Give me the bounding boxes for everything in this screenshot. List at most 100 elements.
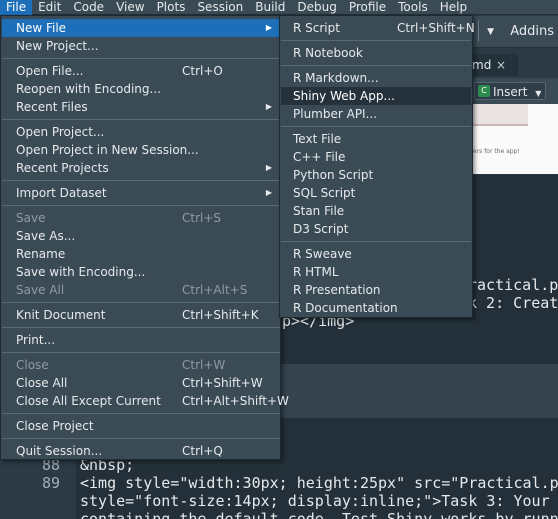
menu-separator bbox=[2, 302, 280, 303]
submenu-item-shiny-web-app[interactable]: Shiny Web App... bbox=[281, 87, 471, 105]
visual-preview: ers for the app! bbox=[470, 104, 558, 174]
menu-separator bbox=[2, 352, 280, 353]
menu-separator bbox=[2, 58, 280, 59]
menu-item-close-all[interactable]: Close All Ctrl+Shift+W bbox=[2, 374, 280, 392]
menu-item-close: Close Ctrl+W bbox=[2, 356, 280, 374]
menu-item-close-project[interactable]: Close Project bbox=[2, 417, 280, 435]
code-chunk-icon: C bbox=[478, 85, 490, 97]
toolbar-divider bbox=[478, 20, 479, 42]
menu-item-recent-files[interactable]: Recent Files ▶ bbox=[2, 98, 280, 116]
insert-chunk-button[interactable]: C Insert ▼ bbox=[474, 82, 547, 100]
menu-item-label: C++ File bbox=[293, 150, 346, 164]
menu-item-new-project[interactable]: New Project... bbox=[2, 37, 280, 55]
menu-item-shortcut: Ctrl+S bbox=[182, 211, 222, 225]
menu-item-label: Quit Session... bbox=[16, 444, 103, 458]
menu-item-recent-projects[interactable]: Recent Projects ▶ bbox=[2, 159, 280, 177]
menu-item-print[interactable]: Print... bbox=[2, 331, 280, 349]
menu-view[interactable]: View bbox=[110, 0, 150, 15]
menu-plots[interactable]: Plots bbox=[151, 0, 192, 15]
code-line[interactable]: style="font-size:14px; display:inline;">… bbox=[80, 492, 550, 510]
menu-item-open-project[interactable]: Open Project... bbox=[2, 123, 280, 141]
code-line[interactable]: k 2: Creat bbox=[468, 294, 558, 312]
menu-item-quit-session[interactable]: Quit Session... Ctrl+Q bbox=[2, 442, 280, 460]
menu-profile[interactable]: Profile bbox=[343, 0, 392, 15]
menu-item-new-file[interactable]: New File ▶ bbox=[2, 19, 280, 37]
menu-item-label: Rename bbox=[16, 247, 66, 261]
submenu-item-r-markdown[interactable]: R Markdown... bbox=[281, 69, 471, 87]
submenu-item-r-html[interactable]: R HTML bbox=[281, 263, 471, 281]
menu-item-import-dataset[interactable]: Import Dataset ▶ bbox=[2, 184, 280, 202]
chevron-down-icon[interactable]: ▼ bbox=[487, 18, 494, 46]
menu-edit[interactable]: Edit bbox=[32, 0, 67, 15]
menu-separator bbox=[281, 126, 471, 127]
submenu-item-r-sweave[interactable]: R Sweave bbox=[281, 245, 471, 263]
menu-code[interactable]: Code bbox=[67, 0, 110, 15]
submenu-item-r-script[interactable]: R Script Ctrl+Shift+N bbox=[281, 19, 475, 37]
menu-separator bbox=[2, 119, 280, 120]
menu-item-knit-document[interactable]: Knit Document Ctrl+Shift+K bbox=[2, 306, 280, 324]
chevron-right-icon: ▶ bbox=[265, 188, 272, 197]
menu-item-shortcut: Ctrl+Alt+S bbox=[182, 283, 248, 297]
file-menu: New File ▶ New Project... Open File... C… bbox=[0, 15, 289, 460]
menu-item-open-project-new-session[interactable]: Open Project in New Session... bbox=[2, 141, 280, 159]
menu-item-label: Stan File bbox=[293, 204, 345, 218]
menu-debug[interactable]: Debug bbox=[291, 0, 342, 15]
menu-item-label: R Markdown... bbox=[293, 71, 379, 85]
menu-item-save: Save Ctrl+S bbox=[2, 209, 280, 227]
code-line[interactable]: containing the default code. Test Shiny … bbox=[80, 510, 558, 519]
menu-tools[interactable]: Tools bbox=[392, 0, 434, 15]
menu-item-shortcut: Ctrl+Shift+W bbox=[182, 376, 263, 390]
menu-item-label: Close bbox=[16, 358, 49, 372]
menu-item-reopen-encoding[interactable]: Reopen with Encoding... bbox=[2, 80, 280, 98]
menu-item-label: Text File bbox=[293, 132, 342, 146]
menu-build[interactable]: Build bbox=[249, 0, 291, 15]
submenu-item-r-documentation[interactable]: R Documentation bbox=[281, 299, 471, 317]
menu-help[interactable]: Help bbox=[434, 0, 473, 15]
menu-separator bbox=[281, 65, 471, 66]
menu-item-label: R Presentation bbox=[293, 283, 381, 297]
submenu-item-r-notebook[interactable]: R Notebook bbox=[281, 44, 471, 62]
menu-item-save-all: Save All Ctrl+Alt+S bbox=[2, 281, 280, 299]
menu-item-label: R HTML bbox=[293, 265, 339, 279]
menubar: File Edit Code View Plots Session Build … bbox=[0, 0, 558, 15]
menu-item-save-with-encoding[interactable]: Save with Encoding... bbox=[2, 263, 280, 281]
menu-file[interactable]: File bbox=[0, 0, 33, 15]
new-file-submenu: R Script Ctrl+Shift+N R Notebook R Markd… bbox=[279, 15, 475, 318]
submenu-item-sql-script[interactable]: SQL Script bbox=[281, 184, 471, 202]
menu-item-label: Close Project bbox=[16, 419, 94, 433]
menu-separator bbox=[281, 241, 471, 242]
menu-separator bbox=[2, 205, 280, 206]
menu-item-label: SQL Script bbox=[293, 186, 356, 200]
menu-item-label: New Project... bbox=[16, 39, 99, 53]
menu-item-rename[interactable]: Rename bbox=[2, 245, 280, 263]
menu-item-open-file[interactable]: Open File... Ctrl+O bbox=[2, 62, 280, 80]
menu-item-shortcut: Ctrl+Q bbox=[182, 444, 223, 458]
submenu-item-cpp-file[interactable]: C++ File bbox=[281, 148, 471, 166]
menu-item-label: Print... bbox=[16, 333, 56, 347]
close-icon[interactable]: × bbox=[496, 54, 506, 76]
menu-separator bbox=[2, 327, 280, 328]
menu-item-close-all-except-current[interactable]: Close All Except Current Ctrl+Alt+Shift+… bbox=[2, 392, 289, 410]
addins-button[interactable]: Addins bbox=[510, 18, 558, 46]
menu-separator bbox=[2, 438, 280, 439]
code-line[interactable]: ractical.p bbox=[468, 276, 558, 294]
code-line[interactable]: <img style="width:30px; height:25px" src… bbox=[80, 474, 558, 492]
submenu-item-r-presentation[interactable]: R Presentation bbox=[281, 281, 471, 299]
submenu-item-python-script[interactable]: Python Script bbox=[281, 166, 471, 184]
submenu-item-d3-script[interactable]: D3 Script bbox=[281, 220, 471, 238]
menu-item-label: Close All Except Current bbox=[16, 394, 161, 408]
submenu-item-text-file[interactable]: Text File bbox=[281, 130, 471, 148]
menu-session[interactable]: Session bbox=[191, 0, 249, 15]
menu-item-label: R Script bbox=[293, 21, 340, 35]
submenu-item-plumber-api[interactable]: Plumber API... bbox=[281, 105, 471, 123]
menu-separator bbox=[281, 40, 471, 41]
menu-item-label: New File bbox=[16, 21, 67, 35]
chevron-down-icon: ▼ bbox=[535, 89, 542, 98]
menu-item-save-as[interactable]: Save As... bbox=[2, 227, 280, 245]
menu-item-label: Import Dataset bbox=[16, 186, 107, 200]
tab-rmd-file[interactable]: md bbox=[470, 54, 518, 76]
menu-item-label: Open Project... bbox=[16, 125, 105, 139]
preview-text: ers for the app! bbox=[473, 148, 520, 155]
submenu-item-stan-file[interactable]: Stan File bbox=[281, 202, 471, 220]
menu-item-label: Plumber API... bbox=[293, 107, 378, 121]
